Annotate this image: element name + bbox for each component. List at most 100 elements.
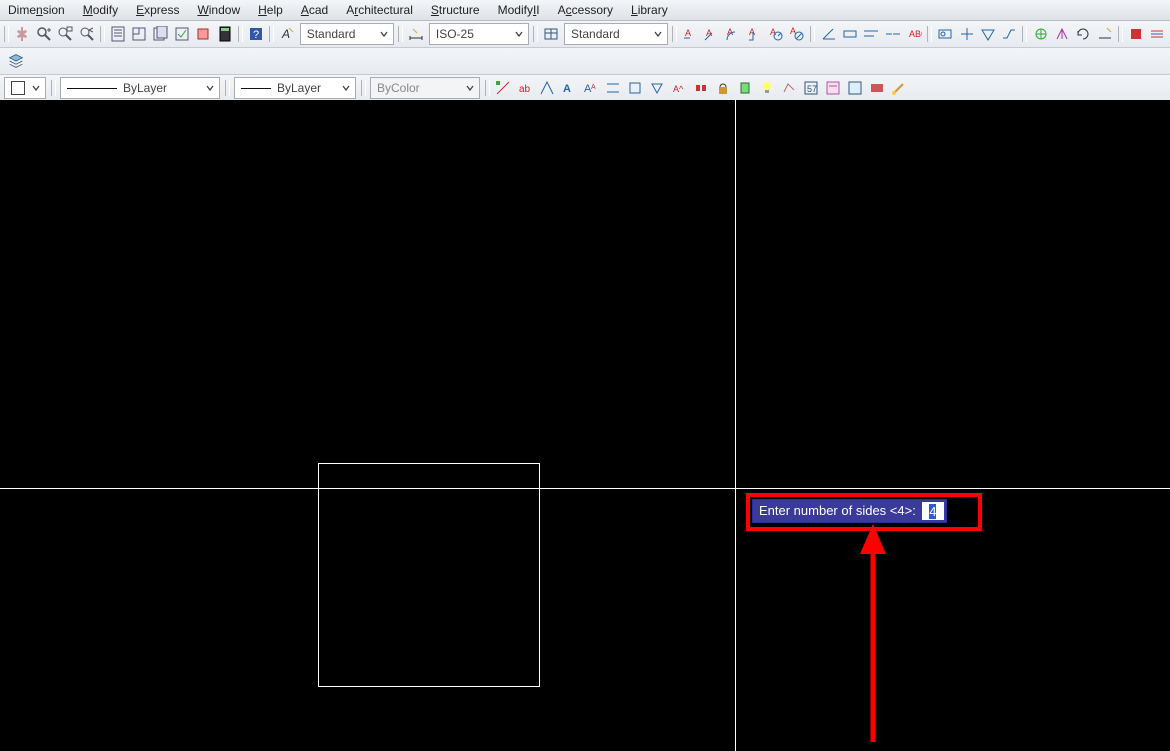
linetype-combo[interactable]: ByLayer [60,77,220,99]
tablestyle-combo[interactable]: Standard [564,23,668,45]
menu-structure[interactable]: Structure [431,3,480,17]
menubar: Dimension Modify Express Window Help Aca… [0,0,1170,21]
dynamic-input-prompt: Enter number of sides <4>: [752,499,947,523]
dim-angular-icon[interactable] [820,25,837,43]
dynamic-input-field[interactable] [922,502,944,520]
tool-16-icon[interactable] [824,79,842,97]
tool-15-icon[interactable]: 57 [802,79,820,97]
dimstyle-icon[interactable] [407,25,424,43]
pan-icon[interactable] [14,25,31,43]
brush-icon[interactable] [890,79,908,97]
tablestyle-icon[interactable] [543,25,560,43]
tool-14-icon[interactable] [780,79,798,97]
svg-text:ABC: ABC [909,29,922,39]
center-mark-icon[interactable] [958,25,975,43]
dimstyle-combo[interactable]: ISO-25 [429,23,529,45]
sheet-set-icon[interactable] [130,25,147,43]
linetype-combo-text: ByLayer [123,81,199,95]
tool-7-icon[interactable] [626,79,644,97]
tool-4-icon[interactable]: A [560,79,578,97]
menu-modify2[interactable]: ModifyII [498,3,540,17]
dim-tedit-icon[interactable] [1053,25,1070,43]
lock-icon[interactable] [714,79,732,97]
plotstyle-combo[interactable]: ByColor [370,77,480,99]
chevron-down-icon [377,27,391,41]
properties-icon[interactable] [109,25,126,43]
tool-6-icon[interactable] [604,79,622,97]
extra-1-icon[interactable] [1127,25,1144,43]
tool-3-icon[interactable] [538,79,556,97]
chevron-down-icon [651,27,665,41]
tool-10-icon[interactable] [692,79,710,97]
tool-9-icon[interactable]: A^ [670,79,688,97]
menu-architectural[interactable]: Architectural [346,3,413,17]
color-combo[interactable] [4,77,46,99]
dim-continue-icon[interactable] [884,25,901,43]
textstyle-icon[interactable]: A [278,25,295,43]
linetype-sample [67,88,117,89]
menu-library[interactable]: Library [631,3,668,17]
toolbar-row-1: ? A Standard ISO-25 Standard A A A A A A… [0,21,1170,48]
toolbar-row-2 [0,48,1170,75]
zoom-window-icon[interactable] [57,25,74,43]
extra-2-icon[interactable] [1149,25,1166,43]
annotation-arrow [858,524,888,744]
help-icon[interactable]: ? [247,25,264,43]
tool-palettes-icon[interactable] [152,25,169,43]
menu-accessory[interactable]: Accessory [558,3,613,17]
bulb-icon[interactable] [758,79,776,97]
menu-acad[interactable]: Acad [301,3,328,17]
dim-aligned-icon[interactable]: A [703,25,720,43]
menu-help[interactable]: Help [258,3,283,17]
divider [810,21,816,47]
tool-2-icon[interactable]: ab [516,79,534,97]
tool-12-icon[interactable] [736,79,754,97]
dimstyle-combo-text: ISO-25 [436,27,508,41]
dim-style-icon[interactable] [1096,25,1113,43]
menu-window[interactable]: Window [197,3,240,17]
divider [99,21,105,47]
inspect-icon[interactable] [979,25,996,43]
dim-ord-icon[interactable]: A [746,25,763,43]
divider [484,75,490,101]
dim-linear-icon[interactable]: A [682,25,699,43]
tablestyle-combo-text: Standard [571,27,647,41]
divider [1022,21,1028,47]
jogged-icon[interactable] [1001,25,1018,43]
divider [237,21,243,47]
tool-8-icon[interactable] [648,79,666,97]
chevron-down-icon [339,81,353,95]
dim-space-icon[interactable]: ABC [905,25,922,43]
zoom-realtime-icon[interactable] [35,25,52,43]
drawing-canvas[interactable]: Enter number of sides <4>: [0,100,1170,751]
tool-5-icon[interactable]: AA [582,79,600,97]
dim-arc-icon[interactable]: A [725,25,742,43]
tool-18-icon[interactable] [868,79,886,97]
textstyle-combo-text: Standard [307,27,373,41]
dim-update-icon[interactable] [1075,25,1092,43]
svg-text:?: ? [253,29,259,41]
dim-radius-icon[interactable]: A [767,25,784,43]
zoom-previous-icon[interactable] [78,25,95,43]
dim-quick-icon[interactable] [841,25,858,43]
lineweight-combo[interactable]: ByLayer [234,77,356,99]
dim-edit-icon[interactable] [1032,25,1049,43]
dc-icon[interactable] [173,25,190,43]
lineweight-sample [241,88,271,89]
dynamic-input-label: Enter number of sides <4>: [753,501,922,521]
menu-dimension[interactable]: Dimension [8,3,65,17]
divider [360,75,366,101]
dim-diameter-icon[interactable]: A [789,25,806,43]
tolerance-icon[interactable] [937,25,954,43]
layers-stack-icon[interactable] [4,50,28,72]
dim-baseline-icon[interactable] [863,25,880,43]
textstyle-combo[interactable]: Standard [300,23,394,45]
divider [672,21,678,47]
tool-17-icon[interactable] [846,79,864,97]
menu-express[interactable]: Express [136,3,179,17]
menu-modify[interactable]: Modify [83,3,118,17]
tool-1-icon[interactable] [494,79,512,97]
divider [4,21,10,47]
markup-icon[interactable] [195,25,212,43]
calc-icon[interactable] [216,25,233,43]
